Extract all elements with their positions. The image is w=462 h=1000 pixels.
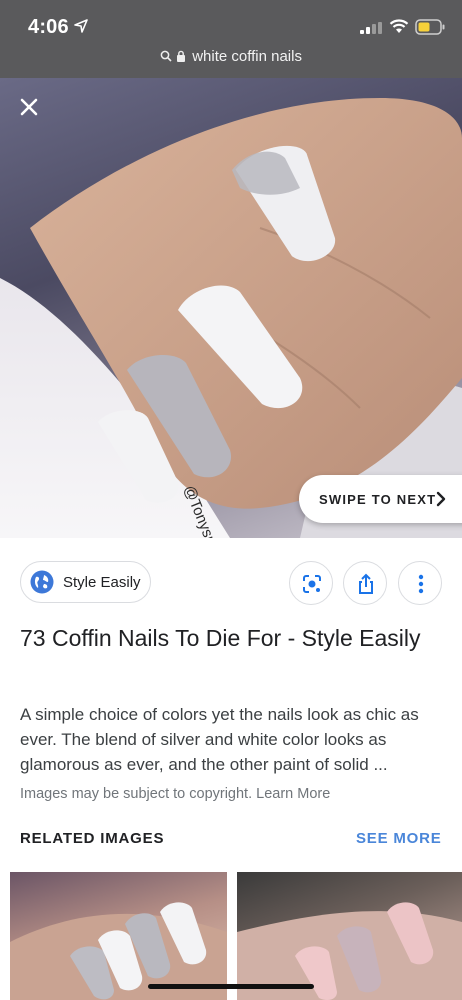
source-chip[interactable]: Style Easily [20, 561, 151, 603]
share-icon [359, 573, 373, 594]
related-image-thumbnail[interactable] [237, 872, 462, 1000]
lens-icon [303, 575, 321, 593]
copyright-text: Images may be subject to copyright. [20, 786, 253, 802]
globe-icon [30, 570, 54, 594]
swipe-label: SWIPE TO NEXT [319, 492, 437, 507]
location-arrow-icon [74, 19, 88, 33]
main-image[interactable]: @Tonysnail SWIPE TO NEXT [0, 78, 462, 538]
address-bar[interactable]: white coffin nails [0, 48, 462, 66]
source-name: Style Easily [63, 574, 141, 591]
result-title[interactable]: 73 Coffin Nails To Die For - Style Easil… [20, 620, 440, 656]
top-bar: 4:06 white coffin nails [0, 0, 462, 78]
nails-photo [0, 98, 462, 538]
related-image-1 [10, 902, 227, 1000]
lens-button[interactable] [289, 561, 333, 605]
swipe-to-next-button[interactable]: SWIPE TO NEXT [299, 475, 462, 523]
related-image-2 [237, 902, 462, 1000]
url-text: white coffin nails [192, 48, 302, 65]
battery-icon [415, 19, 445, 35]
search-icon [160, 50, 172, 62]
status-time: 4:06 [28, 16, 69, 38]
more-vertical-icon [418, 574, 424, 594]
signal-icon [360, 22, 382, 34]
chevron-right-icon [436, 491, 446, 507]
lock-icon [177, 50, 186, 62]
more-options-button[interactable] [398, 561, 442, 605]
share-button[interactable] [343, 561, 387, 605]
home-indicator[interactable] [148, 984, 314, 989]
related-image-thumbnail[interactable] [10, 872, 227, 1000]
result-description: A simple choice of colors yet the nails … [20, 705, 419, 774]
learn-more-link[interactable]: Learn More [256, 786, 330, 802]
see-more-link[interactable]: SEE MORE [356, 830, 442, 847]
related-images-heading: RELATED IMAGES [20, 830, 165, 847]
close-icon[interactable] [16, 94, 42, 120]
copyright-notice: Images may be subject to copyright. Lear… [20, 786, 330, 802]
wifi-icon [389, 19, 409, 33]
